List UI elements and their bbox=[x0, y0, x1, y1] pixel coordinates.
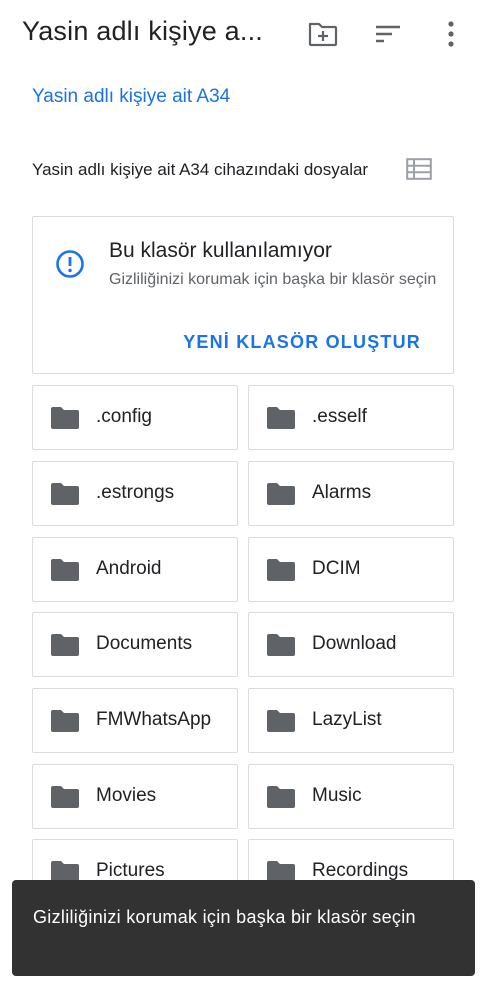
breadcrumb[interactable]: Yasin adlı kişiye ait A34 bbox=[32, 86, 230, 108]
notice-body: Gizliliğinizi korumak için başka bir kla… bbox=[109, 271, 437, 288]
folder-item[interactable]: Documents bbox=[32, 612, 238, 677]
folder-item[interactable]: Android bbox=[32, 537, 238, 602]
folder-item[interactable]: Alarms bbox=[248, 461, 454, 526]
folder-icon bbox=[267, 710, 295, 732]
folder-icon bbox=[51, 407, 79, 429]
create-new-folder-button[interactable]: YENİ KLASÖR OLUŞTUR bbox=[183, 332, 421, 353]
folder-icon bbox=[51, 710, 79, 732]
folder-icon bbox=[267, 634, 295, 656]
folder-icon bbox=[267, 483, 295, 505]
folder-item[interactable]: .esself bbox=[248, 385, 454, 450]
create-new-folder-icon[interactable] bbox=[307, 18, 339, 50]
more-vert-icon[interactable] bbox=[435, 18, 467, 50]
folder-name: Pictures bbox=[96, 860, 165, 881]
folder-name: Android bbox=[96, 558, 162, 579]
folder-name: .estrongs bbox=[96, 482, 175, 503]
folder-icon bbox=[267, 559, 295, 581]
folder-item[interactable]: DCIM bbox=[248, 537, 454, 602]
folder-name: LazyList bbox=[312, 709, 382, 730]
list-view-icon[interactable] bbox=[406, 158, 434, 184]
folder-icon bbox=[51, 634, 79, 656]
folder-name: FMWhatsApp bbox=[96, 709, 212, 730]
folder-item[interactable]: FMWhatsApp bbox=[32, 688, 238, 753]
folder-icon bbox=[267, 407, 295, 429]
folder-item[interactable]: .estrongs bbox=[32, 461, 238, 526]
folder-item[interactable]: LazyList bbox=[248, 688, 454, 753]
folder-name: .esself bbox=[312, 406, 367, 427]
app-bar-title: Yasin adlı kişiye a... bbox=[22, 16, 264, 46]
folder-icon bbox=[51, 483, 79, 505]
sort-icon[interactable] bbox=[372, 18, 404, 50]
app-bar: Yasin adlı kişiye a... bbox=[0, 0, 486, 70]
folder-icon bbox=[51, 559, 79, 581]
folder-name: Download bbox=[312, 633, 397, 654]
folder-icon bbox=[51, 786, 79, 808]
folder-item[interactable]: Movies bbox=[32, 764, 238, 829]
folder-name: Alarms bbox=[312, 482, 372, 503]
folder-name: Music bbox=[312, 785, 362, 806]
folder-name: .config bbox=[96, 406, 152, 427]
folder-icon bbox=[267, 786, 295, 808]
folder-item[interactable]: Download bbox=[248, 612, 454, 677]
folder-name: Documents bbox=[96, 633, 193, 654]
snackbar: Gizliliğinizi korumak için başka bir kla… bbox=[12, 880, 475, 976]
folder-name: Recordings bbox=[312, 860, 409, 881]
folder-item[interactable]: Music bbox=[248, 764, 454, 829]
folder-name: Movies bbox=[96, 785, 157, 806]
storage-subheader: Yasin adlı kişiye ait A34 cihazındaki do… bbox=[32, 160, 369, 179]
notice-title: Bu klasör kullanılamıyor bbox=[109, 239, 332, 262]
folder-unavailable-card: Bu klasör kullanılamıyor Gizliliğinizi k… bbox=[32, 216, 454, 374]
info-icon bbox=[55, 249, 85, 279]
folder-item[interactable]: .config bbox=[32, 385, 238, 450]
folder-name: DCIM bbox=[312, 558, 361, 579]
